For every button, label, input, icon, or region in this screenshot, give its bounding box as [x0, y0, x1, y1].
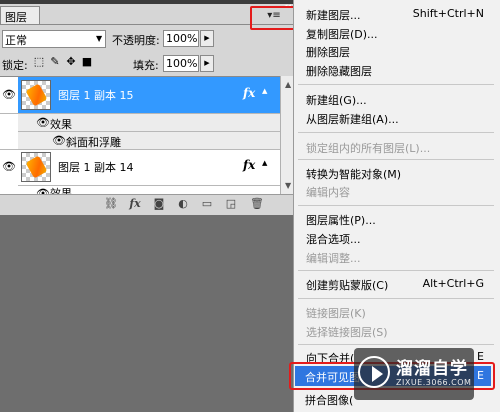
collapse-effects-icon[interactable]: ▲ [262, 87, 267, 95]
menu-item-layer-properties[interactable]: 图层属性(P)... [306, 212, 376, 228]
layer-name[interactable]: 图层 1 副本 15 [58, 87, 134, 103]
eye-icon[interactable]: 👁 [52, 135, 66, 146]
effects-label: 效果 [50, 118, 72, 131]
eye-icon[interactable]: 👁 [2, 89, 16, 100]
fx-icon[interactable]: fx [243, 86, 255, 100]
lock-transparency-icon[interactable]: ⬚ [33, 56, 45, 68]
eye-icon[interactable]: 👁 [2, 161, 16, 172]
lock-all-icon[interactable]: ■ [81, 56, 93, 68]
menu-item-new-layer[interactable]: 新建图层... [306, 7, 361, 23]
watermark-text: 溜溜自学 [396, 359, 468, 379]
fx-icon[interactable]: fx [243, 158, 255, 172]
menu-item-delete-hidden[interactable]: 删除隐藏图层 [306, 63, 372, 79]
add-style-icon[interactable]: fx [128, 197, 142, 211]
fill-slider-button[interactable]: ▶ [200, 55, 214, 72]
menu-divider [298, 84, 494, 85]
scroll-down-icon[interactable]: ▼ [285, 181, 291, 190]
layer-thumbnail [21, 152, 51, 182]
tab-layers[interactable]: 图层 [0, 6, 40, 24]
menu-item-delete-layer[interactable]: 删除图层 [306, 44, 350, 60]
menu-item-edit-adjustment: 编辑调整... [306, 252, 361, 265]
effect-item-label: 斜面和浮雕 [66, 136, 121, 149]
menu-item-select-linked: 选择链接图层(S) [306, 326, 388, 339]
opacity-label: 不透明度: [112, 34, 160, 47]
opacity-input[interactable]: 100% [163, 30, 199, 47]
shortcut-clipping-mask: Alt+Ctrl+G [422, 277, 484, 290]
fill-label: 填充: [133, 59, 159, 72]
link-layers-icon[interactable]: ⛓ [104, 197, 118, 211]
scroll-up-icon[interactable]: ▲ [285, 80, 291, 89]
menu-divider [298, 205, 494, 206]
panel-top-strip [0, 0, 300, 4]
annotation-box-menu-button [250, 6, 296, 30]
menu-divider [298, 298, 494, 299]
trash-icon[interactable]: 🗑 [250, 197, 264, 211]
menu-item-new-group[interactable]: 新建组(G)... [306, 92, 367, 108]
menu-divider [298, 344, 494, 345]
menu-item-lock-all-in-group: 锁定组内的所有图层(L)... [306, 142, 431, 155]
menu-item-blending-options[interactable]: 混合选项... [306, 231, 361, 247]
menu-item-flatten-image[interactable]: 拼合图像( [305, 392, 353, 408]
menu-divider [298, 132, 494, 133]
collapse-effects-icon[interactable]: ▲ [262, 159, 267, 167]
opacity-slider-button[interactable]: ▶ [200, 30, 214, 47]
menu-divider [298, 159, 494, 160]
adjustment-layer-icon[interactable]: ◐ [176, 197, 190, 211]
eye-icon[interactable]: 👁 [36, 117, 50, 128]
menu-item-link-layers: 链接图层(K) [306, 307, 366, 320]
shortcut-new-layer: Shift+Ctrl+N [412, 7, 484, 20]
chevron-down-icon[interactable]: ▼ [96, 34, 102, 43]
layer-thumbnail [21, 80, 51, 110]
blend-mode-select[interactable]: 正常 [2, 30, 106, 48]
menu-item-edit-contents: 编辑内容 [306, 186, 350, 199]
lock-pixels-icon[interactable]: ✎ [49, 56, 61, 68]
add-mask-icon[interactable]: ◙ [152, 197, 166, 211]
layer-list: 👁 图层 1 副本 15 fx ▲ 👁 效果 👁 斜面和浮雕 👁 图层 1 副本… [0, 76, 280, 200]
lock-label: 锁定: [2, 59, 28, 72]
lock-position-icon[interactable]: ✥ [65, 56, 77, 68]
menu-item-duplicate-layer[interactable]: 复制图层(D)... [306, 26, 378, 42]
menu-divider [298, 270, 494, 271]
new-layer-icon[interactable]: ◲ [224, 197, 238, 211]
menu-item-convert-smart-object[interactable]: 转换为智能对象(M) [306, 166, 401, 182]
watermark-url: ZIXUE.3066.COM [396, 378, 472, 387]
new-group-icon[interactable]: ▭ [200, 197, 214, 211]
play-logo-icon [358, 356, 390, 388]
layer-name[interactable]: 图层 1 副本 14 [58, 159, 134, 175]
row-divider [0, 149, 280, 150]
menu-item-create-clipping-mask[interactable]: 创建剪贴蒙版(C) [306, 277, 388, 293]
fill-input[interactable]: 100% [163, 55, 199, 72]
menu-item-group-from-layers[interactable]: 从图层新建组(A)... [306, 111, 399, 127]
